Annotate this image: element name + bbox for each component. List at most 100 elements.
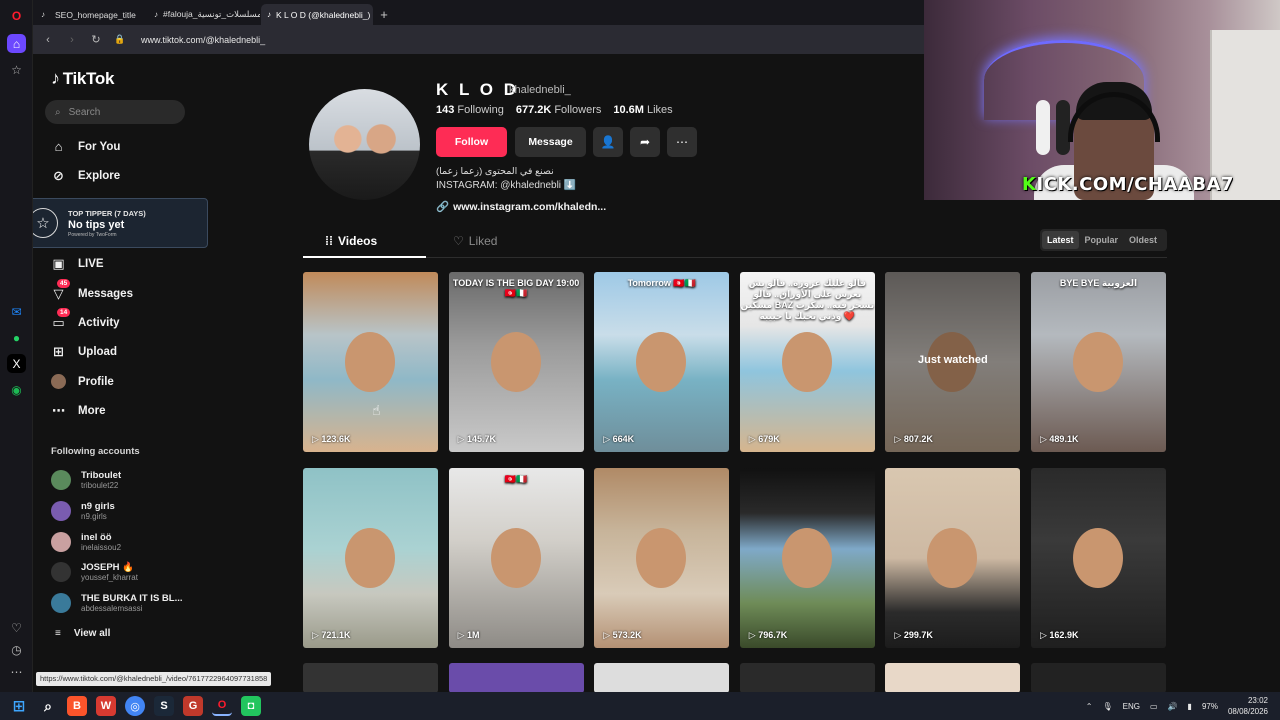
person-thumbnail [345, 332, 395, 392]
sort-popular[interactable]: Popular [1080, 231, 1124, 249]
nav-explore[interactable]: ⊘ Explore [51, 168, 120, 183]
mouse-cursor: ☝ [372, 402, 381, 418]
tab-liked[interactable]: ♡ Liked [453, 234, 497, 248]
following-account[interactable]: n9 girls n9.girls [51, 501, 115, 521]
heart-icon[interactable]: ♡ [7, 618, 26, 637]
follow-button[interactable]: Follow [436, 127, 507, 157]
star-icon[interactable]: ☆ [7, 60, 26, 79]
avatar [51, 562, 71, 582]
nav-messages[interactable]: ▽ 45 Messages [51, 279, 133, 301]
opera-icon[interactable]: O [212, 696, 232, 716]
more-dots-icon[interactable]: ⋯ [7, 662, 26, 681]
profile-name: K L O D [436, 80, 520, 99]
url-field[interactable]: www.tiktok.com/@khalednebli_ [141, 35, 265, 45]
language-indicator[interactable]: ENG [1123, 702, 1140, 711]
video-card[interactable] [448, 663, 584, 692]
tiktok-note-icon: ♪ [51, 68, 60, 88]
history-icon[interactable]: ◷ [7, 640, 26, 659]
video-card[interactable] [303, 663, 438, 692]
windows-start-icon[interactable]: ⊞ [9, 696, 29, 716]
following-account[interactable]: inel öö inelaissou2 [51, 532, 121, 552]
messenger-icon[interactable]: ✉ [7, 302, 26, 321]
opera-logo-icon[interactable]: O [7, 6, 26, 25]
nav-live[interactable]: ▣ LIVE [51, 256, 103, 271]
browser-tab[interactable]: ♪ SEO_homepage_title [35, 4, 147, 25]
whatsapp-icon[interactable]: ● [7, 328, 26, 347]
sort-latest[interactable]: Latest [1042, 231, 1079, 249]
suggest-accounts-button[interactable]: 👤 [593, 127, 623, 157]
profile-link[interactable]: 🔗 www.instagram.com/khaledn... [436, 200, 606, 214]
video-card[interactable]: TODAY IS THE BIG DAY 19:00 🇹🇳🇮🇹 ▷ 145.7K [448, 272, 584, 452]
video-card[interactable] [739, 663, 875, 692]
network-icon[interactable]: ▭ [1150, 702, 1158, 711]
new-tab-button[interactable]: + [374, 4, 394, 25]
game-icon[interactable]: G [183, 696, 203, 716]
compass-icon: ⊘ [53, 168, 64, 183]
video-card[interactable]: Just watched ▷ 807.2K [885, 272, 1021, 452]
video-card[interactable]: ▷ 573.2K [594, 467, 730, 648]
tab-videos[interactable]: ⁞⁞ Videos [325, 234, 377, 248]
followers-stat[interactable]: 677.2K Followers [516, 104, 602, 116]
x-twitter-icon[interactable]: X [7, 354, 26, 373]
discord-icon[interactable]: ◘ [241, 696, 261, 716]
following-account[interactable]: JOSEPH 🔥 youssef_kharrat [51, 562, 138, 582]
spotify-icon[interactable]: ◉ [7, 380, 26, 399]
video-card[interactable]: Tomorrow 🇹🇳🇮🇹 ▷ 664K [594, 272, 730, 452]
nav-upload[interactable]: ⊞ Upload [51, 344, 117, 359]
windows-taskbar: ⊞ ⌕ B W ◎ S G O ◘ ⌃ 🎙 ENG ▭ 🔊 ▮ 97% 23:0… [0, 692, 1280, 720]
battery-icon[interactable]: ▮ [1188, 702, 1192, 711]
video-card[interactable]: BYE BYE العزوبية ▷ 489.1K [1031, 272, 1166, 452]
browser-tab-active[interactable]: ♪K L O D (@khalednebli_) |✕ [261, 4, 373, 25]
view-all-button[interactable]: ≡ View all [55, 628, 110, 639]
wps-office-icon[interactable]: W [96, 696, 116, 716]
more-options-button[interactable]: ⋯ [667, 127, 697, 157]
tiktok-favicon-icon: ♪ [154, 10, 158, 19]
following-account[interactable]: Triboulet triboulet22 [51, 470, 121, 490]
video-card[interactable]: ▷ 123.6K [303, 272, 438, 452]
following-stat[interactable]: 143 Following [436, 104, 504, 116]
nav-profile[interactable]: Profile [51, 374, 114, 389]
person-thumbnail [345, 527, 395, 588]
nav-more[interactable]: ⋯ More [51, 403, 105, 418]
browser-tab-bar: ♪ SEO_homepage_title ♪ #falouja_مسلسلات_تو… [33, 0, 924, 25]
tiktok-logo[interactable]: ♪ TikTok [51, 68, 114, 89]
link-icon: 🔗 [436, 201, 450, 213]
steam-icon[interactable]: S [154, 696, 174, 716]
back-icon[interactable]: ‹ [41, 34, 55, 46]
chevron-up-icon[interactable]: ⌃ [1086, 702, 1093, 711]
video-card[interactable]: ▷ 299.7K [885, 467, 1021, 648]
skateboard [1056, 100, 1070, 155]
volume-icon[interactable]: 🔊 [1168, 702, 1178, 711]
search-input[interactable]: ⌕ Search [45, 100, 185, 124]
chrome-icon[interactable]: ◎ [125, 696, 145, 716]
nav-activity[interactable]: ▭ 14 Activity [51, 308, 120, 330]
profile-avatar [51, 374, 66, 389]
video-card[interactable] [1031, 663, 1166, 692]
video-view-count: ▷ 807.2K [894, 434, 933, 444]
browser-tab[interactable]: ♪ #falouja_مسلسلات_تونسية [148, 4, 260, 25]
following-account[interactable]: THE BURKA IT IS BL... abdessalemsassi [51, 593, 183, 613]
forward-icon[interactable]: › [65, 34, 79, 46]
search-icon[interactable]: ⌕ [38, 696, 58, 716]
video-card[interactable]: ▷ 721.1K [303, 467, 438, 648]
video-card[interactable]: ▷ 162.9K [1031, 467, 1166, 648]
clock[interactable]: 23:02 08/08/2026 [1228, 695, 1268, 717]
share-button[interactable]: ➦ [630, 127, 660, 157]
inbox-icon: ▭ 14 [51, 308, 71, 330]
search-icon: ⌕ [55, 106, 61, 118]
video-card[interactable]: 🇹🇳🇮🇹 ▷ 1M [448, 467, 584, 648]
microphone-icon[interactable]: 🎙 [1103, 702, 1113, 711]
reload-icon[interactable]: ↻ [89, 33, 103, 46]
video-card[interactable] [594, 663, 730, 692]
video-card[interactable]: ▷ 796.7K [739, 467, 875, 648]
home-icon: ⌂ [54, 139, 63, 154]
nav-for-you[interactable]: ⌂ For You [51, 139, 121, 154]
home-icon[interactable]: ⌂ [7, 34, 26, 53]
message-button[interactable]: Message [515, 127, 586, 157]
video-card[interactable]: قالو عليك عزوزة.. قالو بش يعرس على الأور… [739, 272, 875, 452]
video-card[interactable] [885, 663, 1021, 692]
brave-browser-icon[interactable]: B [67, 696, 87, 716]
add-user-icon: 👤 [600, 135, 616, 149]
sort-oldest[interactable]: Oldest [1124, 231, 1162, 249]
opera-sidebar: O ⌂ ☆ ✉ ● X ◉ ♡ ◷ ⋯ [0, 0, 33, 692]
